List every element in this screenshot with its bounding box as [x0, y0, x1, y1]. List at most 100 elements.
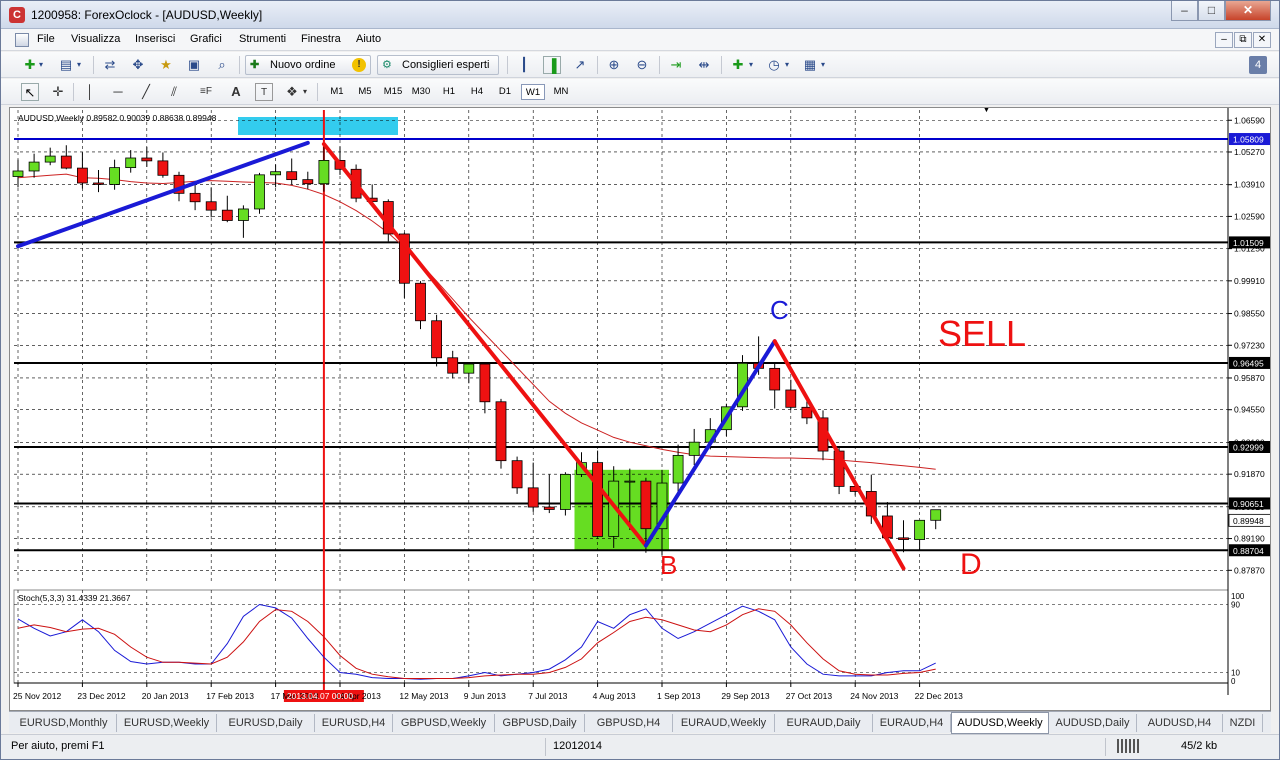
- tab-audusd-weekly[interactable]: AUDUSD,Weekly: [951, 712, 1049, 734]
- strategy-tester-icon[interactable]: ⌕: [213, 56, 231, 74]
- level-price-label: 0.92999: [1233, 442, 1264, 452]
- timeframe-m30[interactable]: M30: [409, 84, 433, 100]
- level-price-label: 0.88704: [1233, 546, 1264, 556]
- candle-body: [77, 167, 88, 184]
- dropdown-arrow-icon[interactable]: ▾: [783, 56, 791, 74]
- maximize-button[interactable]: □: [1198, 1, 1225, 21]
- tab-eurusd-h4[interactable]: EURUSD,H4: [315, 714, 393, 732]
- zoom-in-icon[interactable]: ⊕: [605, 56, 623, 74]
- stochastic-pane: [13, 589, 1229, 684]
- tab-euraud-daily[interactable]: EURAUD,Daily: [775, 714, 873, 732]
- menu-view[interactable]: Visualizza: [71, 33, 120, 45]
- dropdown-arrow-icon[interactable]: ▾: [37, 56, 45, 74]
- tab-nzdi[interactable]: NZDI: [1223, 714, 1263, 732]
- favorites-icon[interactable]: ★: [157, 56, 175, 74]
- toolbar-separator: [507, 56, 508, 74]
- timeframe-mn[interactable]: MN: [549, 84, 573, 100]
- price-tick-label: 0.89190: [1234, 534, 1265, 544]
- candle-body: [93, 182, 104, 185]
- chart-window[interactable]: 1.06590 1.05270 1.03910 1.02590 1.01250 0.999…: [9, 104, 1272, 711]
- fibonacci-icon[interactable]: ≡F: [197, 83, 215, 101]
- price-tick-label: 0.95870: [1234, 373, 1265, 383]
- dropdown-arrow-icon[interactable]: ▾: [819, 56, 827, 74]
- menu-tools[interactable]: Strumenti: [239, 33, 286, 45]
- toolbar-separator: [93, 56, 94, 74]
- menu-file[interactable]: File: [37, 33, 55, 45]
- tab-audusd-h4[interactable]: AUDUSD,H4: [1137, 714, 1223, 732]
- date-tick-label: 22 Dec 2013: [915, 691, 963, 701]
- profiles-icon[interactable]: ▤: [57, 56, 75, 74]
- tab-audusd-daily[interactable]: AUDUSD,Daily: [1049, 714, 1137, 732]
- menu-charts[interactable]: Grafici: [190, 33, 222, 45]
- timeframe-h4[interactable]: H4: [465, 84, 489, 100]
- document-icon[interactable]: [15, 33, 29, 47]
- date-tick-label: 17 Feb 2013: [206, 691, 254, 701]
- child-close-button[interactable]: ✕: [1253, 32, 1271, 48]
- templates-icon[interactable]: ▦: [801, 56, 819, 74]
- candle-body: [28, 161, 40, 172]
- horizontal-line-icon[interactable]: ─: [109, 83, 127, 101]
- price-tick-label: 0.99910: [1234, 276, 1265, 286]
- timeframe-w1[interactable]: W1: [521, 84, 545, 100]
- price-tick-label: 1.03910: [1234, 180, 1265, 190]
- stochastic-tick-label: 90: [1231, 601, 1240, 610]
- crosshair-icon[interactable]: ✛: [49, 83, 67, 101]
- close-button[interactable]: ✕: [1225, 1, 1271, 21]
- tab-gbpusd-daily[interactable]: GBPUSD,Daily: [495, 714, 585, 732]
- equidistant-channel-icon[interactable]: ⫽: [165, 83, 183, 101]
- dropdown-arrow-icon[interactable]: ▾: [747, 56, 755, 74]
- periods-icon[interactable]: ◷: [765, 56, 783, 74]
- chart-shift-icon[interactable]: ⇹: [695, 56, 713, 74]
- menu-window[interactable]: Finestra: [301, 33, 341, 45]
- timeframe-m15[interactable]: M15: [381, 84, 405, 100]
- candlestick-icon[interactable]: ▐: [543, 56, 561, 74]
- dropdown-arrow-icon[interactable]: ▾: [301, 83, 309, 101]
- tab-gbpusd-weekly[interactable]: GBPUSD,Weekly: [393, 714, 495, 732]
- tab-eurusd-daily[interactable]: EURUSD,Daily: [217, 714, 315, 732]
- navigator-icon[interactable]: ✥: [129, 56, 147, 74]
- toolbar-separator: [721, 56, 722, 74]
- market-watch-icon[interactable]: ⇄: [101, 56, 119, 74]
- indicators-icon[interactable]: ✚: [729, 56, 747, 74]
- status-bar: Per aiuto, premi F1 12012014 45/2 kb: [1, 734, 1279, 759]
- timeframe-m5[interactable]: M5: [353, 84, 377, 100]
- text-icon[interactable]: A: [227, 83, 245, 101]
- candle-body: [221, 209, 233, 221]
- tab-euraud-weekly[interactable]: EURAUD,Weekly: [673, 714, 775, 732]
- new-order-icon: ✚: [250, 59, 260, 71]
- tab-euraud-h4[interactable]: EURAUD,H4: [873, 714, 951, 732]
- menu-help[interactable]: Aiuto: [356, 33, 381, 45]
- minimize-button[interactable]: –: [1171, 1, 1198, 21]
- text-label-icon[interactable]: T: [255, 83, 273, 101]
- point-d-label: D: [960, 548, 982, 581]
- demand-zone: [574, 469, 669, 550]
- date-tick-label: 9 Jun 2013: [464, 691, 506, 701]
- child-minimize-button[interactable]: –: [1215, 32, 1233, 48]
- notification-icon[interactable]: 4: [1249, 56, 1267, 74]
- expert-advisors-button[interactable]: ⚙ Consiglieri esperti: [377, 55, 499, 75]
- candle-body: [12, 170, 24, 177]
- zoom-out-icon[interactable]: ⊖: [633, 56, 651, 74]
- child-restore-button[interactable]: ⧉: [1234, 32, 1252, 48]
- timeframe-h1[interactable]: H1: [437, 84, 461, 100]
- expert-advisors-icon: ⚙: [382, 59, 392, 71]
- new-order-button[interactable]: ✚ Nuovo ordine !: [245, 55, 371, 75]
- terminal-icon[interactable]: ▣: [185, 56, 203, 74]
- timeframe-m1[interactable]: M1: [325, 84, 349, 100]
- vertical-line-icon[interactable]: │: [81, 83, 99, 101]
- tab-eurusd-weekly[interactable]: EURUSD,Weekly: [117, 714, 217, 732]
- line-chart-icon[interactable]: ↗: [571, 56, 589, 74]
- level-price-label: 1.05809: [1233, 135, 1264, 145]
- supply-zone: [238, 117, 398, 135]
- tab-eurusd-monthly[interactable]: EURUSD,Monthly: [11, 714, 117, 732]
- menu-insert[interactable]: Inserisci: [135, 33, 175, 45]
- timeframe-d1[interactable]: D1: [493, 84, 517, 100]
- bar-chart-icon[interactable]: ┃: [515, 56, 533, 74]
- auto-scroll-icon[interactable]: ⇥: [667, 56, 685, 74]
- dropdown-arrow-icon[interactable]: ▾: [75, 56, 83, 74]
- trendline-icon[interactable]: ╱: [137, 83, 155, 101]
- cursor-icon[interactable]: ↖: [21, 83, 39, 101]
- arrows-icon[interactable]: ❖: [283, 83, 301, 101]
- tab-gbpusd-h4[interactable]: GBPUSD,H4: [585, 714, 673, 732]
- price-chart[interactable]: 1.065901.052701.039101.025901.012500.999…: [10, 104, 1272, 710]
